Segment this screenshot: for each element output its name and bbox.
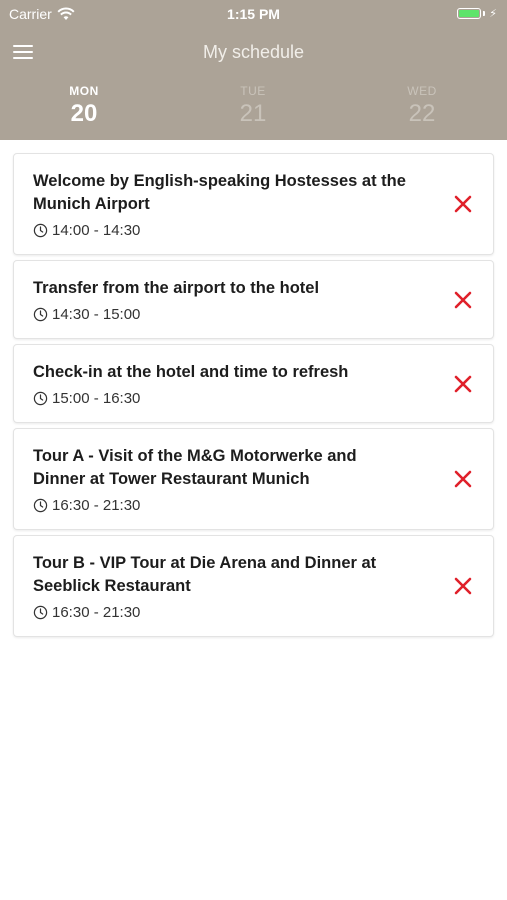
schedule-item[interactable]: Tour A - Visit of the M&G Motorwerke and… [13, 428, 494, 530]
day-number: 22 [408, 100, 436, 127]
day-number: 21 [239, 100, 267, 127]
remove-event-icon[interactable] [453, 290, 473, 310]
battery-icon: ⚡ [457, 7, 497, 20]
event-title: Tour B - VIP Tour at Die Arena and Dinne… [33, 554, 377, 595]
event-title: Check-in at the hotel and time to refres… [33, 363, 349, 381]
event-title: Welcome by English-speaking Hostesses at… [33, 172, 406, 213]
status-bar: Carrier 1:15 PM ⚡ [0, 0, 507, 28]
remove-event-icon[interactable] [453, 469, 473, 489]
event-time-row: 16:30 - 21:30 [33, 497, 413, 514]
clock-icon [33, 391, 48, 406]
schedule-item[interactable]: Welcome by English-speaking Hostesses at… [13, 153, 494, 255]
schedule-list: Welcome by English-speaking Hostesses at… [13, 153, 494, 642]
day-tab-mon[interactable]: MON 20 [44, 84, 124, 128]
schedule-item[interactable]: Tour B - VIP Tour at Die Arena and Dinne… [13, 535, 494, 637]
event-time: 15:00 - 16:30 [52, 390, 141, 407]
day-name: WED [407, 84, 437, 98]
event-time: 16:30 - 21:30 [52, 497, 141, 514]
remove-event-icon[interactable] [453, 374, 473, 394]
day-selector: MON 20 TUE 21 WED 22 [0, 84, 507, 136]
app-header: Carrier 1:15 PM ⚡ My schedule MON 20 TUE… [0, 0, 507, 140]
day-tab-wed[interactable]: WED 22 [382, 84, 462, 128]
day-tab-tue[interactable]: TUE 21 [213, 84, 293, 128]
day-name: MON [69, 84, 99, 98]
event-time-row: 14:00 - 14:30 [33, 222, 413, 239]
event-time: 14:30 - 15:00 [52, 306, 141, 323]
event-title: Transfer from the airport to the hotel [33, 279, 320, 297]
clock-icon [33, 498, 48, 513]
day-name: TUE [240, 84, 266, 98]
event-title: Tour A - Visit of the M&G Motorwerke and… [33, 447, 357, 488]
clock-icon [33, 223, 48, 238]
page-title: My schedule [202, 42, 305, 62]
nav-bar: My schedule [0, 35, 507, 69]
event-time-row: 16:30 - 21:30 [33, 604, 413, 621]
event-time: 16:30 - 21:30 [52, 604, 141, 621]
day-number: 20 [70, 100, 98, 127]
event-time: 14:00 - 14:30 [52, 222, 141, 239]
event-time-row: 15:00 - 16:30 [33, 390, 413, 407]
event-time-row: 14:30 - 15:00 [33, 306, 413, 323]
clock-icon [33, 307, 48, 322]
status-time: 1:15 PM [227, 6, 280, 22]
remove-event-icon[interactable] [453, 576, 473, 596]
clock-icon [33, 605, 48, 620]
schedule-item[interactable]: Transfer from the airport to the hotel 1… [13, 260, 494, 339]
schedule-item[interactable]: Check-in at the hotel and time to refres… [13, 344, 494, 423]
charging-icon: ⚡ [489, 8, 497, 20]
remove-event-icon[interactable] [453, 194, 473, 214]
